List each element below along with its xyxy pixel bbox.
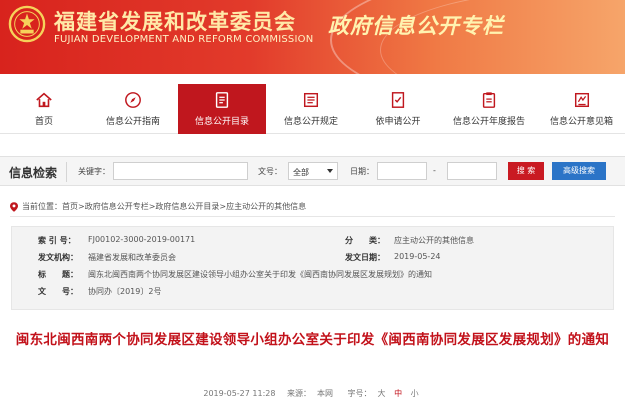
nav-item-opinion-box[interactable]: 信息公开意见箱 xyxy=(538,84,625,134)
document-metadata: 索 引 号： FJ00102-3000-2019-00171 分 类： 应主动公… xyxy=(11,226,614,310)
doc-number-value: 协同办〔2019〕2号 xyxy=(88,287,162,296)
nav-label: 依申请公开 xyxy=(375,117,421,127)
nav-item-guide[interactable]: 信息公开指南 xyxy=(88,84,178,134)
doc-number-label: 文号： xyxy=(258,167,282,176)
breadcrumb-divider xyxy=(10,216,615,217)
search-bar: 信息检索 关键字： 文号： 全部 日期： - 搜 索 高级搜索 xyxy=(0,156,625,186)
issuer-label: 发文机构： xyxy=(38,253,78,262)
doc-number-selected: 全部 xyxy=(293,168,309,177)
org-name-english: FUJIAN DEVELOPMENT AND REFORM COMMISSION xyxy=(54,34,314,45)
banner-divider xyxy=(0,74,625,82)
breadcrumb-catalog[interactable]: 政府信息公开目录 xyxy=(155,201,219,212)
issue-date-value: 2019-05-24 xyxy=(394,252,441,261)
breadcrumb-home[interactable]: 首页 xyxy=(62,201,78,212)
article-timestamp: 2019-05-27 11:28 xyxy=(203,389,276,398)
source-value: 本网 xyxy=(317,389,333,398)
header-banner: 福建省发展和改革委员会 FUJIAN DEVELOPMENT AND REFOR… xyxy=(0,0,625,74)
source-label: 来源： xyxy=(287,389,311,398)
section-title: 政府信息公开专栏 xyxy=(328,14,504,38)
breadcrumb-prefix: 当前位置： xyxy=(22,202,62,211)
nav-item-home[interactable]: 首页 xyxy=(0,84,88,134)
date-separator: - xyxy=(433,166,436,175)
date-to-input[interactable] xyxy=(447,162,497,180)
nav-label: 信息公开目录 xyxy=(194,117,249,127)
advanced-search-button[interactable]: 高级搜索 xyxy=(552,162,606,180)
breadcrumb-separator: > xyxy=(78,202,85,211)
doc-number-select[interactable]: 全部 xyxy=(288,162,338,180)
search-button[interactable]: 搜 索 xyxy=(508,162,544,180)
issuer-value: 福建省发展和改革委员会 xyxy=(88,253,176,262)
font-size-large-button[interactable]: 大 xyxy=(378,389,386,398)
index-label: 索 引 号： xyxy=(38,236,76,245)
opinion-box-icon xyxy=(574,92,589,108)
meta-row: 文 号： 协同办〔2019〕2号 xyxy=(12,286,613,303)
breadcrumb-separator: > xyxy=(148,202,156,211)
nav-label: 信息公开意见箱 xyxy=(549,117,613,127)
nav-item-regulation[interactable]: 信息公开规定 xyxy=(266,84,356,134)
location-pin-icon xyxy=(10,201,18,212)
category-label: 分 类： xyxy=(345,236,385,245)
catalog-icon xyxy=(215,92,229,108)
issue-date-label: 发文日期： xyxy=(345,253,385,262)
national-emblem-icon xyxy=(8,5,46,43)
font-size-small-button[interactable]: 小 xyxy=(411,389,419,398)
meta-row: 发文机构： 福建省发展和改革委员会 发文日期： 2019-05-24 xyxy=(12,252,613,269)
meta-row: 索 引 号： FJ00102-3000-2019-00171 分 类： 应主动公… xyxy=(12,235,613,252)
font-size-medium-button[interactable]: 中 xyxy=(394,389,402,398)
index-value: FJ00102-3000-2019-00171 xyxy=(88,235,196,244)
breadcrumb-open-info[interactable]: 政府信息公开专栏 xyxy=(85,201,149,212)
nav-label: 信息公开规定 xyxy=(283,117,338,127)
apply-icon xyxy=(391,92,405,108)
report-icon xyxy=(482,92,496,108)
compass-icon xyxy=(125,92,141,108)
regulation-icon xyxy=(303,92,319,108)
nav-label: 信息公开年度报告 xyxy=(452,117,525,127)
breadcrumb: 当前位置： 首页 > 政府信息公开专栏 > 政府信息公开目录 > 应主动公开的其… xyxy=(10,201,306,212)
chevron-down-icon xyxy=(327,169,333,173)
meta-row: 标 题： 闽东北闽西南两个协同发展区建设领导小组办公室关于印发《闽西南协同发展区… xyxy=(12,269,613,286)
category-value: 应主动公开的其他信息 xyxy=(394,236,474,245)
date-label: 日期： xyxy=(350,167,374,176)
doc-title-label: 标 题： xyxy=(38,270,78,279)
home-icon xyxy=(36,92,52,108)
article-info: 2019-05-27 11:28 来源： 本网 字号： 大 中 小 xyxy=(0,388,625,399)
doc-number-label: 文 号： xyxy=(38,287,78,296)
main-nav: 首页 信息公开指南 信息公开目录 信息公开规定 依申请公开 信息公开年度报告 信… xyxy=(0,84,625,134)
article-title: 闽东北闽西南两个协同发展区建设领导小组办公室关于印发《闽西南协同发展区发展规划》… xyxy=(15,332,610,348)
nav-item-apply[interactable]: 依申请公开 xyxy=(356,84,440,134)
date-from-input[interactable] xyxy=(377,162,427,180)
search-divider xyxy=(66,162,67,182)
nav-item-catalog[interactable]: 信息公开目录 xyxy=(178,84,266,134)
nav-item-annual-report[interactable]: 信息公开年度报告 xyxy=(440,84,538,134)
nav-label: 信息公开指南 xyxy=(105,117,160,127)
breadcrumb-separator: > xyxy=(219,202,227,211)
org-name: 福建省发展和改革委员会 xyxy=(54,10,296,34)
font-size-label: 字号： xyxy=(347,389,372,398)
search-title: 信息检索 xyxy=(9,166,58,180)
keyword-input[interactable] xyxy=(113,162,248,180)
nav-label: 首页 xyxy=(34,117,53,127)
breadcrumb-current[interactable]: 应主动公开的其他信息 xyxy=(226,201,306,212)
keyword-label: 关键字： xyxy=(78,167,110,176)
doc-title-value: 闽东北闽西南两个协同发展区建设领导小组办公室关于印发《闽西南协同发展区发展规划》… xyxy=(88,270,432,279)
